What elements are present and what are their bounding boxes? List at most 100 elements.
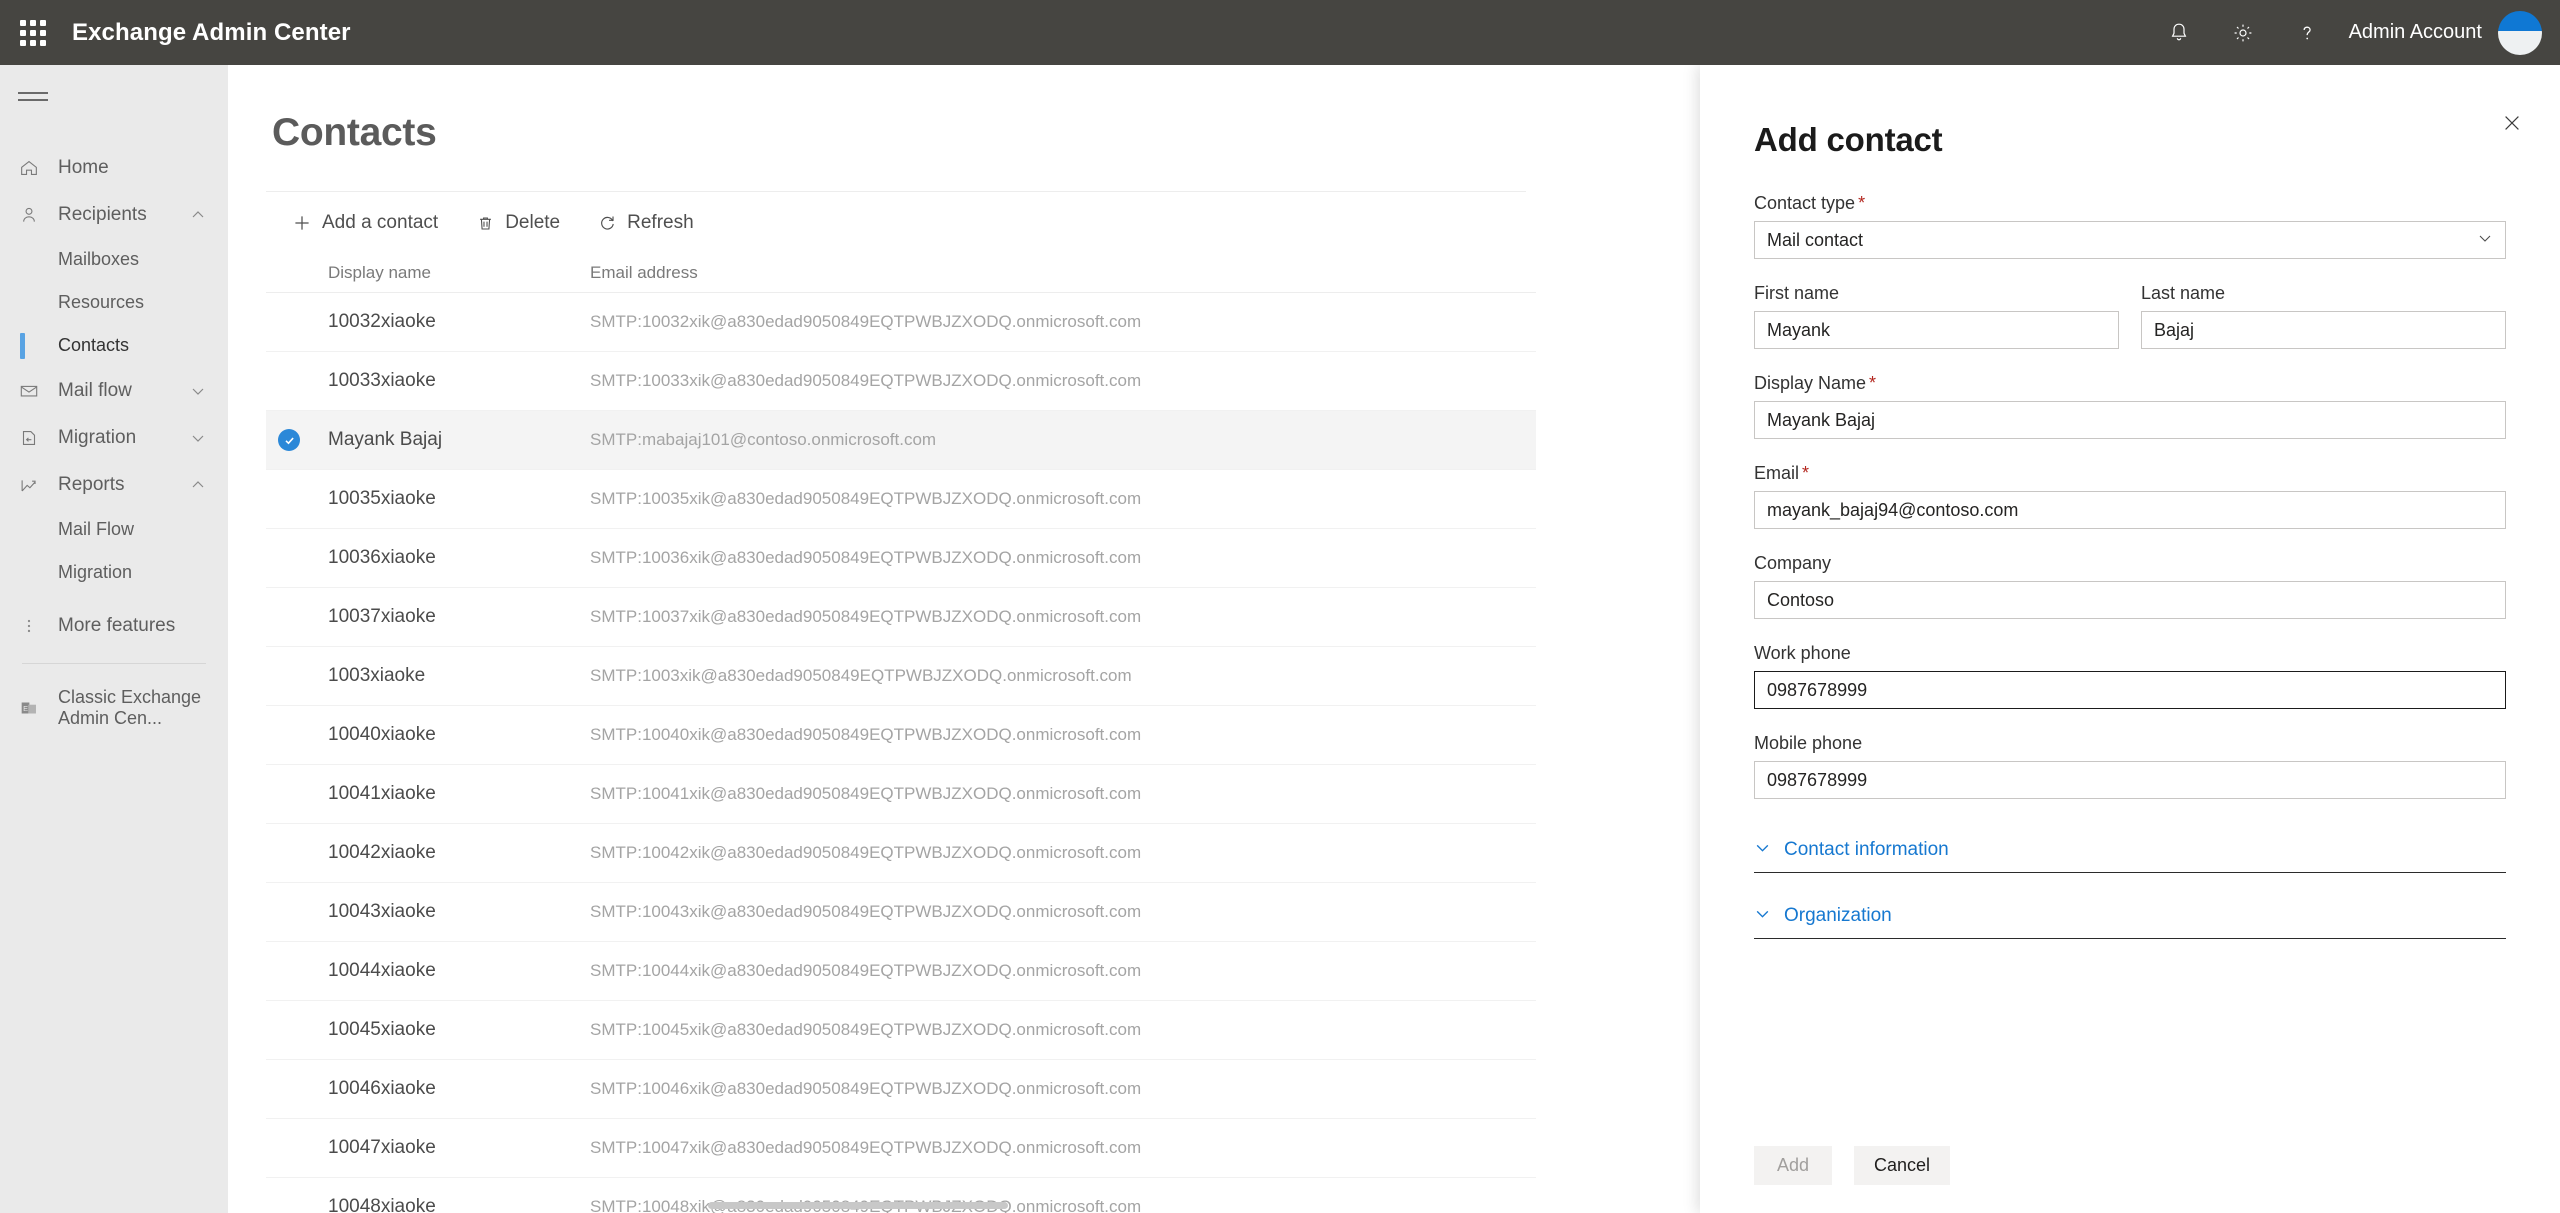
table-row[interactable]: 10041xiaoke SMTP:10041xik@a830edad9050849… <box>266 765 1536 824</box>
bell-icon[interactable] <box>2147 0 2211 65</box>
exchange-icon: E <box>0 697 58 719</box>
company-input[interactable]: Contoso <box>1754 581 2506 619</box>
svg-text:E: E <box>23 704 28 713</box>
sidebar-item-label: Reports <box>58 473 125 495</box>
cell-display-name: Mayank Bajaj <box>328 429 443 450</box>
first-name-value: Mayank <box>1767 319 1831 340</box>
table-row[interactable]: 10045xiaoke SMTP:10045xik@a830edad9050849… <box>266 1001 1536 1060</box>
table-row[interactable]: 10037xiaoke SMTP:10037xik@a830edad9050849… <box>266 588 1536 647</box>
email-input[interactable]: mayank_bajaj94@contoso.com <box>1754 491 2506 529</box>
sidebar-item-resources[interactable]: Resources <box>0 281 228 324</box>
contact-type-select[interactable]: Mail contact <box>1754 221 2506 259</box>
cell-email-address: SMTP:10047xik@a830edad9050849EQTPWBJZXOD… <box>590 1138 1142 1157</box>
table-row[interactable]: 10033xiaoke SMTP:10033xik@a830edad9050849… <box>266 352 1536 411</box>
sidebar-item-more-features[interactable]: More features <box>0 602 228 649</box>
required-marker: * <box>1802 463 1810 483</box>
row-checkbox[interactable] <box>278 429 328 451</box>
column-header-email-address[interactable]: Email address <box>590 263 1536 283</box>
sidebar-item-contacts[interactable]: Contacts <box>0 324 228 367</box>
ellipsis-icon <box>0 615 58 637</box>
navigation-toggle[interactable] <box>0 65 65 127</box>
work-phone-label: Work phone <box>1754 643 1851 663</box>
sidebar-item-home[interactable]: Home <box>0 144 228 191</box>
cell-email-address: SMTP:10044xik@a830edad9050849EQTPWBJZXOD… <box>590 961 1142 980</box>
sidebar-item-label: Migration <box>58 562 133 582</box>
cell-email-address: SMTP:10032xik@a830edad9050849EQTPWBJZXOD… <box>590 312 1142 331</box>
avatar[interactable] <box>2498 10 2542 55</box>
table-row[interactable]: 10035xiaoke SMTP:10035xik@a830edad9050849… <box>266 470 1536 529</box>
sidebar-item-reports-migration[interactable]: Migration <box>0 551 228 594</box>
table-row[interactable]: Mayank Bajaj SMTP:mabajaj101@contoso.onmi… <box>266 411 1536 470</box>
chart-icon <box>0 474 58 496</box>
work-phone-value: 0987678999 <box>1767 679 1868 700</box>
sidebar-item-classic-eac[interactable]: E Classic Exchange Admin Cen... <box>0 684 228 732</box>
sidebar-item-label: Mailboxes <box>58 249 140 269</box>
add-button[interactable]: Add <box>1754 1146 1832 1185</box>
table-row[interactable]: 10046xiaoke SMTP:10046xik@a830edad9050849… <box>266 1060 1536 1119</box>
account-name: Admin Account <box>2348 21 2482 43</box>
table-row[interactable]: 10043xiaoke SMTP:10043xik@a830edad9050849… <box>266 883 1536 942</box>
refresh-button[interactable]: Refresh <box>584 204 708 242</box>
last-name-value: Bajaj <box>2154 319 2195 340</box>
table-row[interactable]: 10040xiaoke SMTP:10040xik@a830edad9050849… <box>266 706 1536 765</box>
sidebar-item-mailboxes[interactable]: Mailboxes <box>0 238 228 281</box>
command-label: Refresh <box>627 212 694 233</box>
sidebar-item-reports-mail-flow[interactable]: Mail Flow <box>0 508 228 551</box>
chevron-up-icon <box>190 477 206 493</box>
first-name-label: First name <box>1754 283 1840 303</box>
display-name-input[interactable]: Mayank Bajaj <box>1754 401 2506 439</box>
sidebar-item-label: Resources <box>58 292 145 312</box>
cell-display-name: 10047xiaoke <box>328 1137 436 1158</box>
organization-accordion[interactable]: Organization <box>1754 905 2506 939</box>
required-marker: * <box>1869 373 1877 393</box>
company-label: Company <box>1754 553 1832 573</box>
help-icon[interactable] <box>2275 0 2339 65</box>
gear-icon[interactable] <box>2211 0 2275 65</box>
envelope-icon <box>0 380 58 402</box>
cell-email-address: SMTP:10040xik@a830edad9050849EQTPWBJZXOD… <box>590 725 1142 744</box>
sidebar: Home Recipients Mailboxes Resources Cont… <box>0 65 228 1213</box>
table-row[interactable]: 1003xiaoke SMTP:1003xik@a830edad9050849EQ… <box>266 647 1536 706</box>
column-header-display-name[interactable]: Display name <box>328 263 590 283</box>
first-name-input[interactable]: Mayank <box>1754 311 2119 349</box>
close-icon[interactable] <box>2492 103 2532 143</box>
cell-email-address: SMTP:mabajaj101@contoso.onmicrosoft.com <box>590 430 937 449</box>
table-row[interactable]: 10042xiaoke SMTP:10042xik@a830edad9050849… <box>266 824 1536 883</box>
app-launcher-icon[interactable] <box>0 0 65 65</box>
table-row[interactable]: 10044xiaoke SMTP:10044xik@a830edad9050849… <box>266 942 1536 1001</box>
horizontal-scrollbar[interactable] <box>708 1202 1008 1209</box>
sidebar-item-label: Classic Exchange Admin Cen... <box>58 687 202 728</box>
chevron-down-icon <box>1754 905 1771 927</box>
display-name-field: Display Name * Mayank Bajaj <box>1754 373 2506 439</box>
required-marker: * <box>1858 193 1866 213</box>
sidebar-item-label: Mail Flow <box>58 519 135 539</box>
mobile-phone-label: Mobile phone <box>1754 733 1863 753</box>
sidebar-item-label: Migration <box>58 426 137 448</box>
sidebar-item-recipients[interactable]: Recipients <box>0 191 228 238</box>
cell-display-name: 10040xiaoke <box>328 724 436 745</box>
sidebar-item-reports[interactable]: Reports <box>0 461 228 508</box>
sidebar-item-mail-flow[interactable]: Mail flow <box>0 367 228 414</box>
cell-email-address: SMTP:1003xik@a830edad9050849EQTPWBJZXODQ… <box>590 666 1132 685</box>
contact-information-accordion[interactable]: Contact information <box>1754 839 2506 873</box>
display-name-label: Display Name * <box>1754 373 1877 393</box>
delete-button[interactable]: Delete <box>462 204 574 242</box>
mobile-phone-input[interactable]: 0987678999 <box>1754 761 2506 799</box>
last-name-input[interactable]: Bajaj <box>2141 311 2506 349</box>
sidebar-item-label: More features <box>58 614 176 636</box>
work-phone-input[interactable]: 0987678999 <box>1754 671 2506 709</box>
add-a-contact-button[interactable]: Add a contact <box>278 204 452 242</box>
table-row[interactable]: 10047xiaoke SMTP:10047xik@a830edad9050849… <box>266 1119 1536 1178</box>
table-row[interactable]: 10036xiaoke SMTP:10036xik@a830edad9050849… <box>266 529 1536 588</box>
cell-email-address: SMTP:10037xik@a830edad9050849EQTPWBJZXOD… <box>590 607 1142 626</box>
cell-display-name: 10033xiaoke <box>328 370 436 391</box>
cancel-button[interactable]: Cancel <box>1854 1146 1951 1185</box>
table-row[interactable]: 10032xiaoke SMTP:10032xik@a830edad9050849… <box>266 293 1536 352</box>
cell-email-address: SMTP:10042xik@a830edad9050849EQTPWBJZXOD… <box>590 843 1142 862</box>
last-name-field: Last name Bajaj <box>2141 283 2506 349</box>
contact-type-field: Contact type * Mail contact <box>1754 193 2506 259</box>
sidebar-item-migration[interactable]: Migration <box>0 414 228 461</box>
chevron-down-icon <box>190 430 206 446</box>
email-label: Email * <box>1754 463 1810 483</box>
table-header-row: Display name Email address <box>266 254 1536 292</box>
